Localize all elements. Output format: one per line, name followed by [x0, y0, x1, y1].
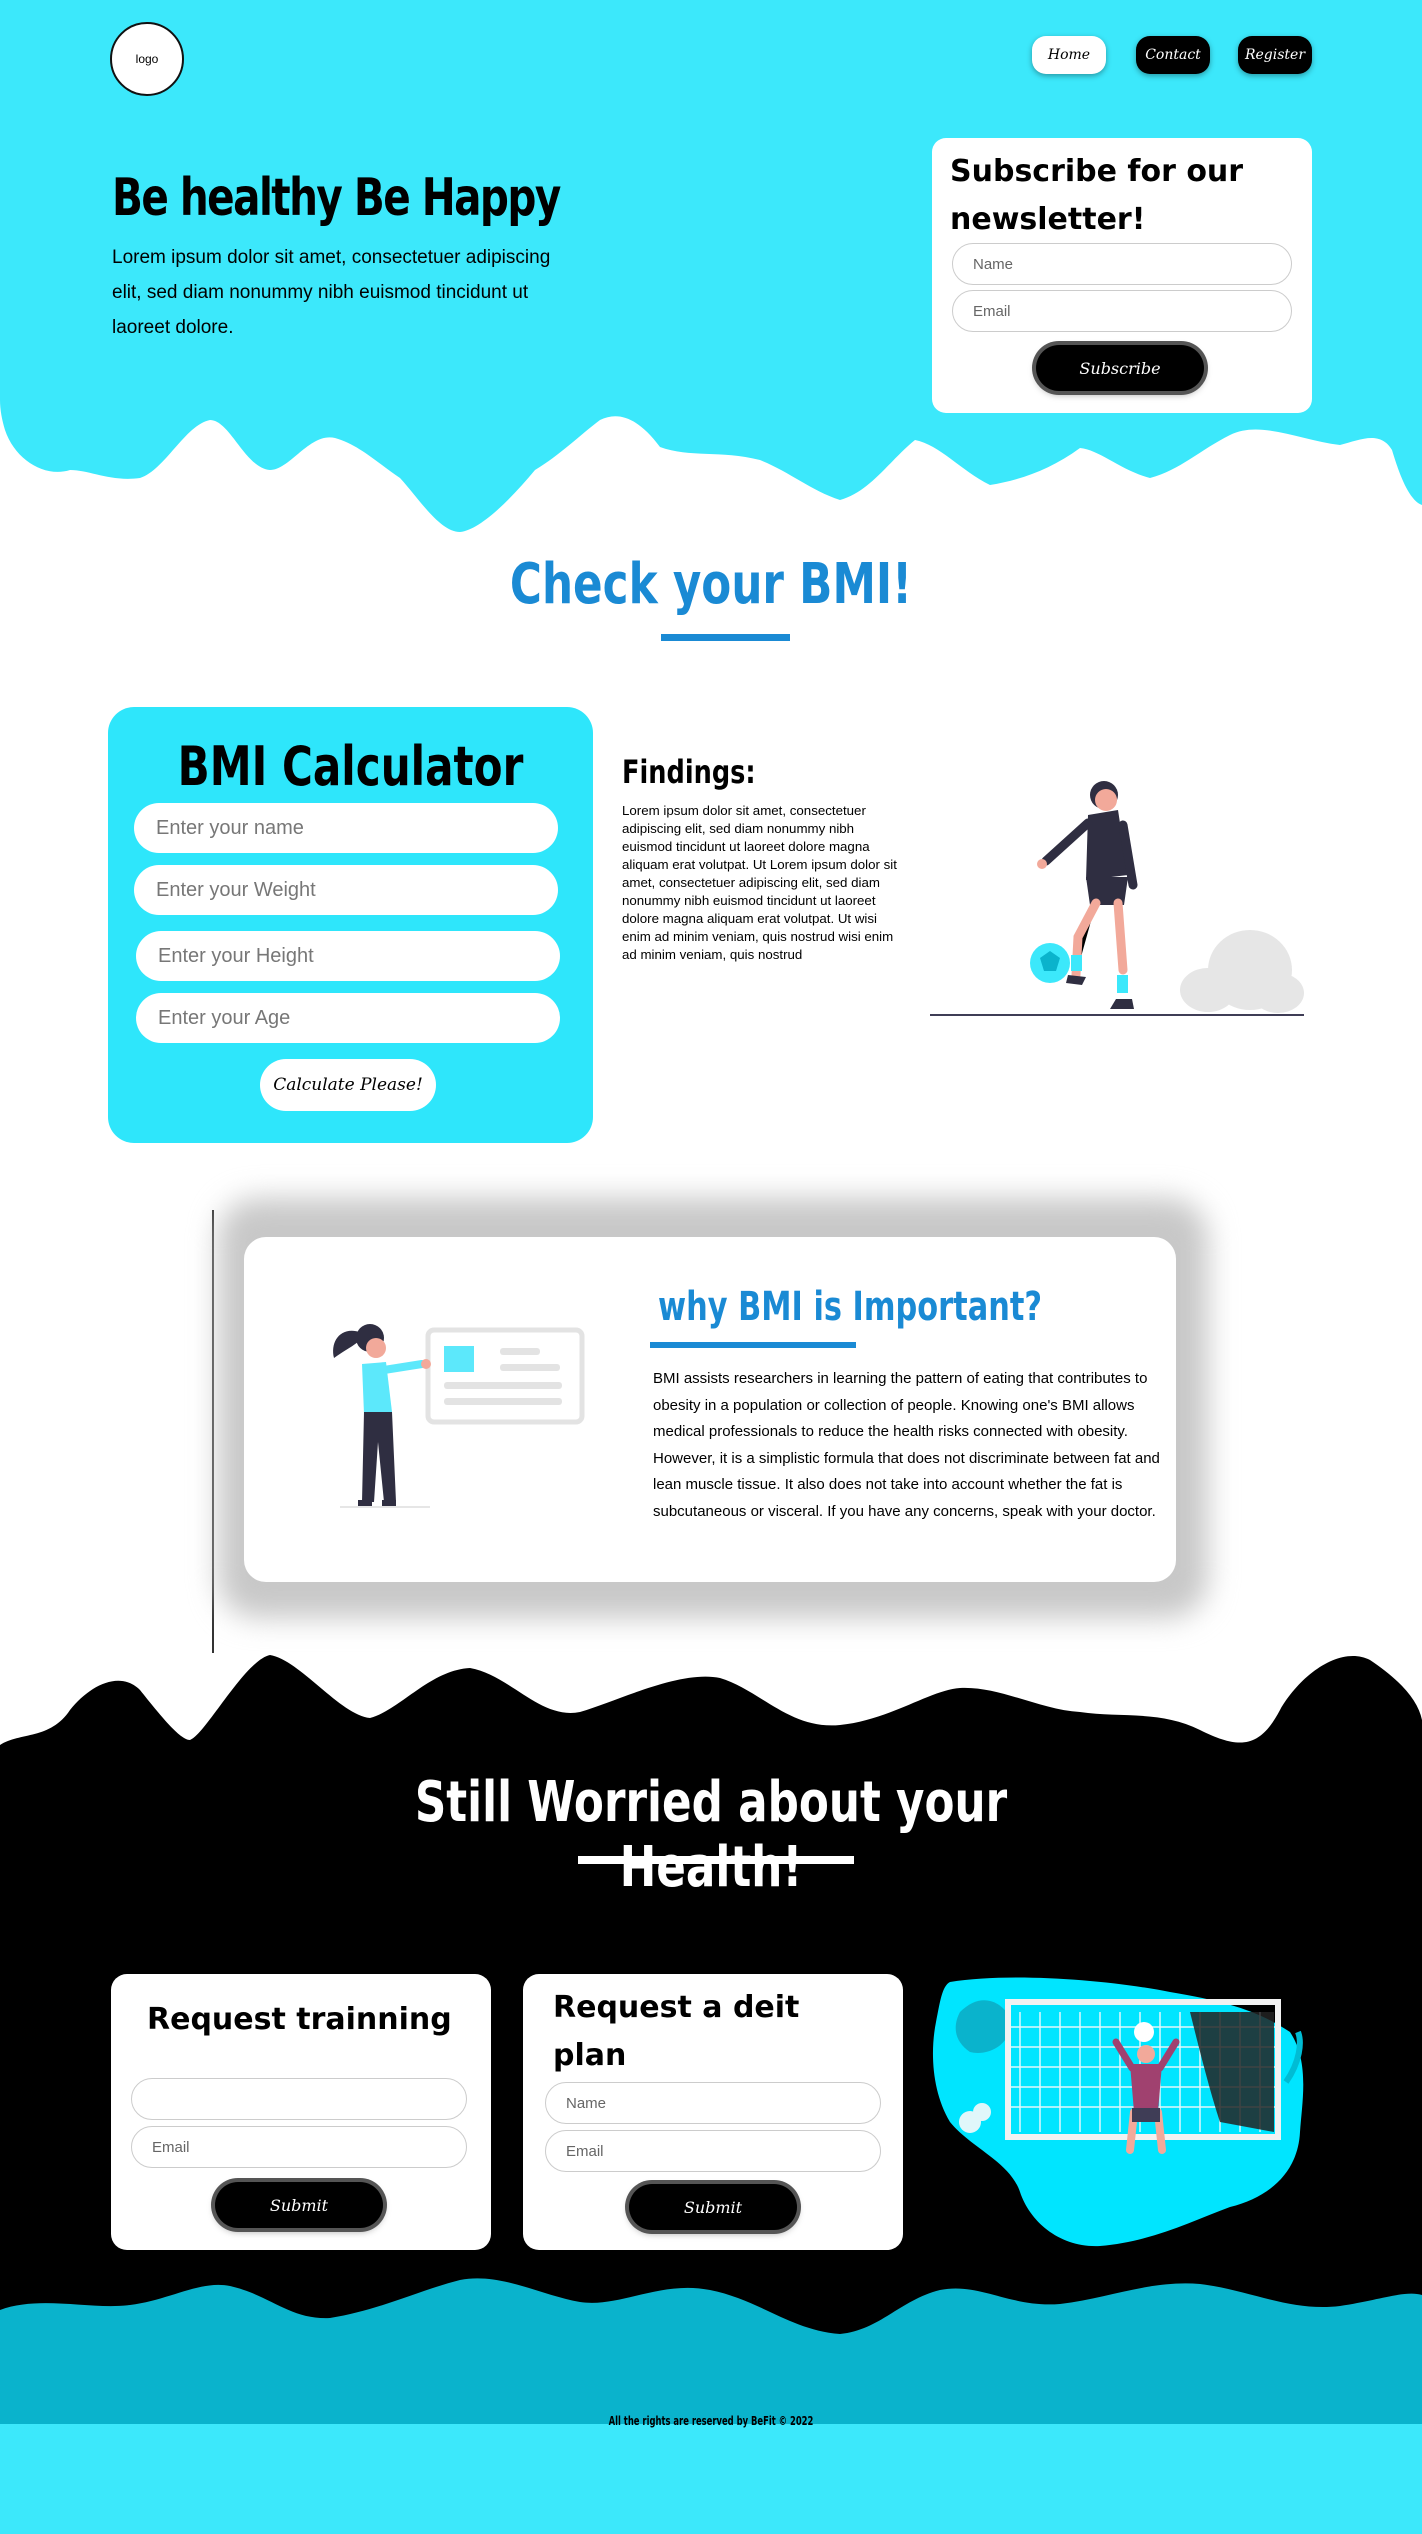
nav-home-button[interactable]: Home: [1032, 36, 1106, 74]
hero-text: Lorem ipsum dolor sit amet, consectetuer…: [112, 247, 551, 338]
diet-submit-button[interactable]: Submit: [629, 2184, 797, 2230]
bmi-section-heading: Check your BMI!: [509, 552, 913, 617]
calculate-button[interactable]: Calculate Please!: [260, 1059, 436, 1111]
worried-section-heading: Still Worried about your Health!: [414, 1770, 1008, 1900]
why-bmi-title: why BMI is Important?: [658, 1284, 1043, 1330]
training-submit-button[interactable]: Submit: [215, 2182, 383, 2228]
nav-register-button[interactable]: Register: [1238, 36, 1312, 74]
footer-copyright: All the rights are reserved by BeFit © 2…: [608, 2414, 814, 2428]
presenter-illustration: [333, 1324, 585, 1508]
bmi-weight-placeholder: Enter your Weight: [156, 878, 316, 901]
diet-email-input[interactable]: Email: [545, 2130, 881, 2172]
request-training-card: Request trainning Email Submit: [111, 1974, 491, 2250]
request-training-title: Request trainning: [147, 2002, 452, 2037]
why-divider-line: [212, 1210, 214, 1653]
newsletter-name-input[interactable]: Name: [952, 243, 1292, 285]
newsletter-title: Subscribe for our newsletter!: [950, 154, 1244, 237]
training-email-placeholder: Email: [152, 2138, 190, 2156]
bmi-height-input[interactable]: Enter your Height: [136, 931, 560, 981]
worried-heading-underline: [578, 1856, 854, 1864]
subscribe-button[interactable]: Subscribe: [1036, 345, 1204, 391]
training-name-input[interactable]: [131, 2078, 467, 2120]
newsletter-card: Subscribe for our newsletter! Name Email…: [932, 138, 1312, 413]
hero-title: Be healthy Be Happy: [112, 168, 561, 228]
request-diet-card: Request a deit plan Name Email Submit: [523, 1974, 903, 2250]
bmi-age-input[interactable]: Enter your Age: [136, 993, 560, 1043]
diet-email-placeholder: Email: [566, 2142, 604, 2160]
why-bmi-underline: [650, 1342, 856, 1348]
bmi-age-placeholder: Enter your Age: [158, 1006, 291, 1029]
nav-contact-button[interactable]: Contact: [1136, 36, 1210, 74]
bmi-name-input[interactable]: Enter your name: [134, 803, 558, 853]
diet-name-input[interactable]: Name: [545, 2082, 881, 2124]
bmi-height-placeholder: Enter your Height: [158, 944, 314, 967]
bmi-weight-input[interactable]: Enter your Weight: [134, 865, 558, 915]
newsletter-email-input[interactable]: Email: [952, 290, 1292, 332]
findings-title: Findings:: [622, 753, 756, 791]
soccer-player-illustration: [930, 781, 1304, 1016]
bmi-calculator-title: BMI Calculator: [177, 735, 524, 798]
findings-text: Lorem ipsum dolor sit amet, consectetuer…: [622, 803, 897, 962]
newsletter-email-placeholder: Email: [973, 302, 1011, 320]
goalkeeper-illustration: [932, 1977, 1304, 2247]
newsletter-name-placeholder: Name: [973, 255, 1014, 273]
bmi-calculator-card: BMI Calculator Enter your name Enter you…: [108, 707, 593, 1143]
request-diet-title: Request a deit plan: [553, 1990, 800, 2073]
training-email-input[interactable]: Email: [131, 2126, 467, 2168]
bmi-name-placeholder: Enter your name: [156, 816, 304, 839]
bmi-heading-underline: [661, 634, 790, 641]
logo-text: logo: [135, 52, 159, 66]
why-bmi-text: BMI assists researchers in learning the …: [653, 1370, 1160, 1520]
logo[interactable]: logo: [110, 22, 184, 96]
diet-name-placeholder: Name: [566, 2094, 607, 2112]
